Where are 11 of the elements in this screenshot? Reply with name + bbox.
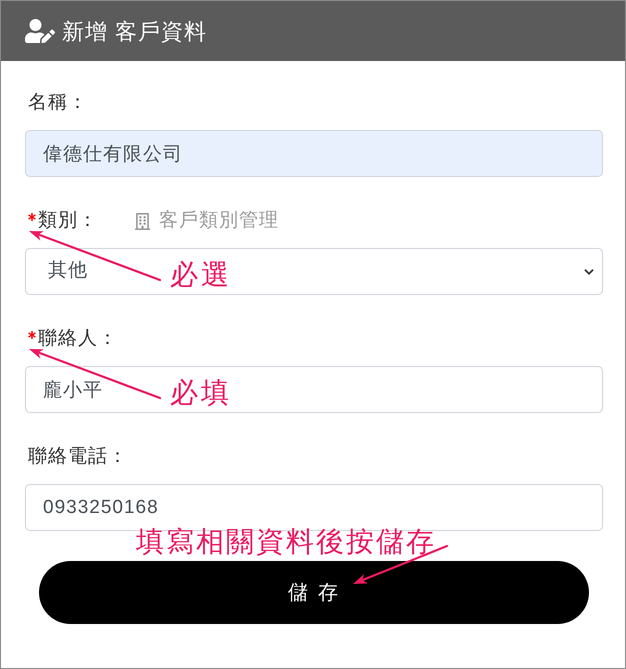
dialog-title: 新增 客戶資料 bbox=[62, 18, 208, 46]
field-label: 聯絡人： bbox=[38, 327, 118, 351]
annotation-text: 必填 bbox=[170, 377, 232, 409]
field-label: 名稱： bbox=[28, 91, 88, 115]
field-label: 聯絡電話： bbox=[28, 445, 128, 469]
annotation-text: 必選 bbox=[170, 259, 232, 291]
save-button[interactable]: 儲 存 bbox=[39, 561, 589, 624]
user-pen-icon bbox=[25, 16, 55, 46]
building-icon bbox=[134, 212, 151, 230]
input-field[interactable]: 偉德仕有限公司 bbox=[25, 130, 603, 177]
field-label: 類別： bbox=[38, 209, 98, 233]
